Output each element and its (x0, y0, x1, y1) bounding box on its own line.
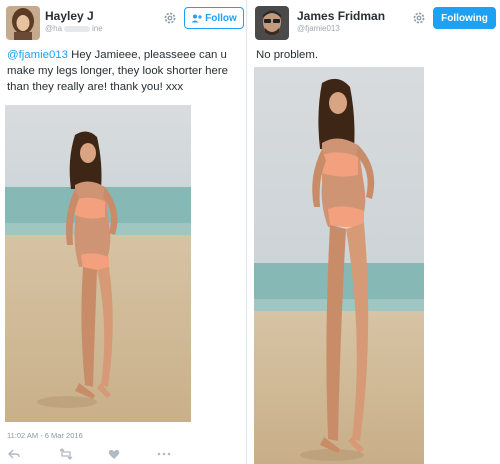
avatar[interactable] (6, 6, 40, 40)
tweet-photo[interactable] (5, 105, 191, 422)
follow-label: Follow (205, 12, 237, 24)
following-button[interactable]: Following (433, 7, 496, 29)
handle[interactable]: @ha ine (45, 24, 103, 33)
reply-icon[interactable] (8, 448, 20, 460)
handle-suffix: ine (92, 24, 103, 33)
display-name[interactable]: Hayley J (45, 9, 94, 23)
reply-tweet: James Fridman @fjamie013 No problem. (248, 0, 500, 464)
mention-link[interactable]: @fjamie013 (7, 49, 68, 61)
more-icon[interactable] (157, 448, 171, 460)
following-label: Following (441, 12, 488, 24)
redacted-handle (64, 25, 91, 32)
handle-prefix: @ha (45, 24, 63, 33)
handle[interactable]: @fjamie013 (297, 24, 340, 33)
gear-icon[interactable] (412, 11, 426, 25)
tweet-text: @fjamie013 Hey Jamieee, pleasseee can u … (7, 47, 243, 95)
gear-icon[interactable] (163, 11, 177, 25)
add-user-icon (191, 14, 203, 22)
follow-button[interactable]: Follow (184, 7, 244, 29)
tweet-text: No problem. (256, 49, 319, 61)
like-icon[interactable] (108, 448, 120, 460)
tweet-timestamp[interactable]: 11:02 AM - 6 Mar 2016 (7, 431, 83, 440)
avatar[interactable] (255, 6, 289, 40)
retweet-icon[interactable] (59, 448, 73, 460)
display-name[interactable]: James Fridman (297, 9, 385, 23)
tweet-photo[interactable] (254, 67, 424, 464)
original-tweet: Hayley J @ha ine Follow @fjamie013 Hey Ja… (0, 0, 247, 464)
